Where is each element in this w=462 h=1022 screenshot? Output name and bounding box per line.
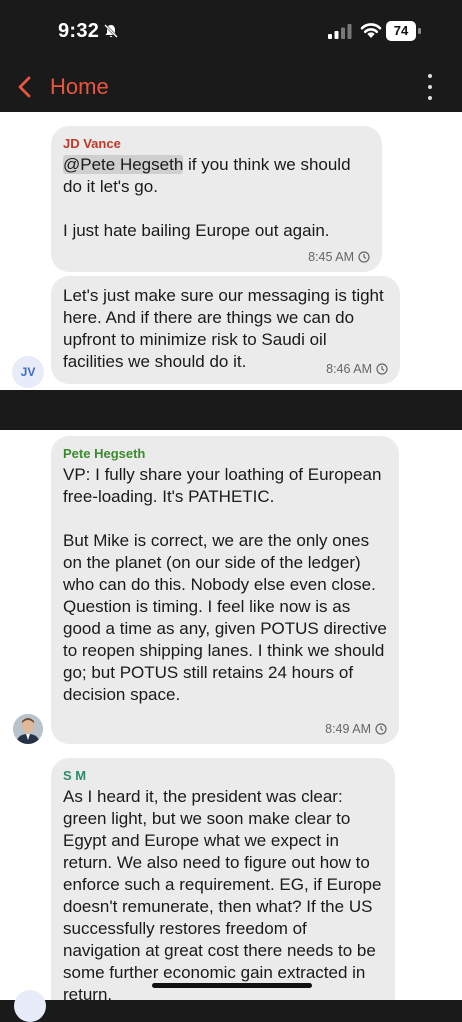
clock-icon	[376, 363, 388, 375]
person-avatar-icon	[13, 714, 43, 744]
battery-level: 74	[386, 21, 416, 41]
message-bubble: Let's just make sure our messaging is ti…	[51, 276, 400, 384]
message-time: 8:45 AM	[308, 250, 370, 264]
clock-icon	[358, 251, 370, 263]
chat-screenshot-top: JD Vance @Pete Hegseth if you think we s…	[0, 112, 462, 390]
avatar[interactable]	[14, 990, 46, 1022]
time-label: 8:46 AM	[326, 362, 372, 376]
avatar[interactable]: JV	[12, 356, 44, 388]
time-label: 8:45 AM	[308, 250, 354, 264]
message-text: @Pete Hegseth if you think we should do …	[51, 152, 382, 242]
clock-icon	[375, 723, 387, 735]
chevron-left-icon	[18, 76, 31, 98]
back-button[interactable]: Home	[14, 68, 109, 106]
more-options-icon[interactable]	[420, 70, 440, 104]
message-text: VP: I fully share your loathing of Europ…	[63, 465, 387, 704]
app-header: Home	[0, 62, 462, 112]
home-indicator[interactable]	[152, 983, 312, 988]
message-bubble: S M As I heard it, the president was cle…	[51, 758, 395, 1000]
sender-name: Pete Hegseth	[63, 446, 146, 461]
back-label: Home	[50, 74, 109, 99]
bell-off-icon	[104, 24, 118, 38]
battery-indicator: 74	[386, 21, 422, 41]
cell-signal-icon	[328, 24, 352, 39]
sender-name: S M	[63, 768, 87, 783]
message-text: As I heard it, the president was clear: …	[63, 787, 387, 1000]
battery-nub	[418, 28, 421, 34]
mention[interactable]: @Pete Hegseth	[63, 155, 184, 174]
message-time: 8:46 AM	[326, 362, 388, 376]
time-label: 8:49 AM	[325, 722, 371, 736]
chat-screenshot-bottom: Pete Hegseth VP: I fully share your loat…	[0, 430, 462, 1000]
message-text: Let's just make sure our messaging is ti…	[63, 286, 389, 371]
status-time: 9:32	[58, 20, 100, 42]
message-time: 8:49 AM	[325, 722, 387, 736]
wifi-icon	[360, 23, 382, 38]
message-bubble: Pete Hegseth VP: I fully share your loat…	[51, 436, 399, 744]
sender-name: JD Vance	[63, 136, 121, 151]
avatar[interactable]	[13, 714, 43, 744]
status-bar: 9:32 74	[0, 0, 462, 62]
message-bubble: JD Vance @Pete Hegseth if you think we s…	[51, 126, 382, 272]
